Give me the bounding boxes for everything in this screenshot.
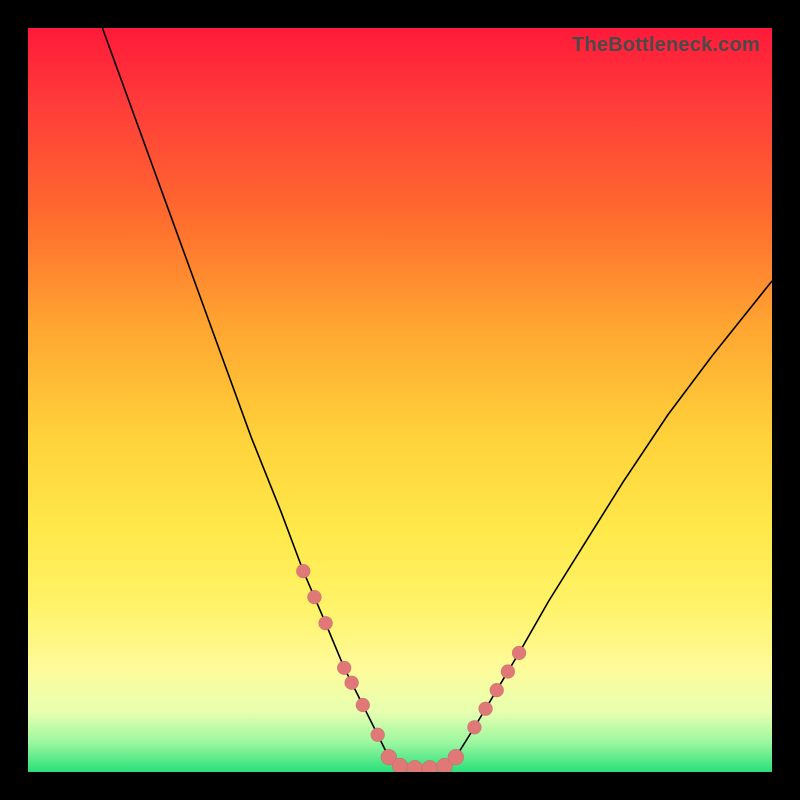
chart-svg: [28, 28, 772, 772]
data-marker: [422, 760, 438, 772]
plot-area: TheBottleneck.com: [28, 28, 772, 772]
data-marker: [356, 698, 370, 712]
data-marker: [479, 702, 493, 716]
marker-group: [296, 564, 526, 772]
data-marker: [371, 728, 385, 742]
data-marker: [337, 661, 351, 675]
data-marker: [501, 665, 515, 679]
data-marker: [319, 616, 333, 630]
data-marker: [467, 720, 481, 734]
data-marker: [490, 683, 504, 697]
data-marker: [345, 676, 359, 690]
data-marker: [296, 564, 310, 578]
data-marker: [392, 758, 408, 772]
data-marker: [407, 760, 423, 772]
chart-frame: TheBottleneck.com: [0, 0, 800, 800]
bottleneck-curve: [102, 28, 772, 768]
data-marker: [448, 749, 464, 765]
data-marker: [307, 590, 321, 604]
data-marker: [512, 646, 526, 660]
